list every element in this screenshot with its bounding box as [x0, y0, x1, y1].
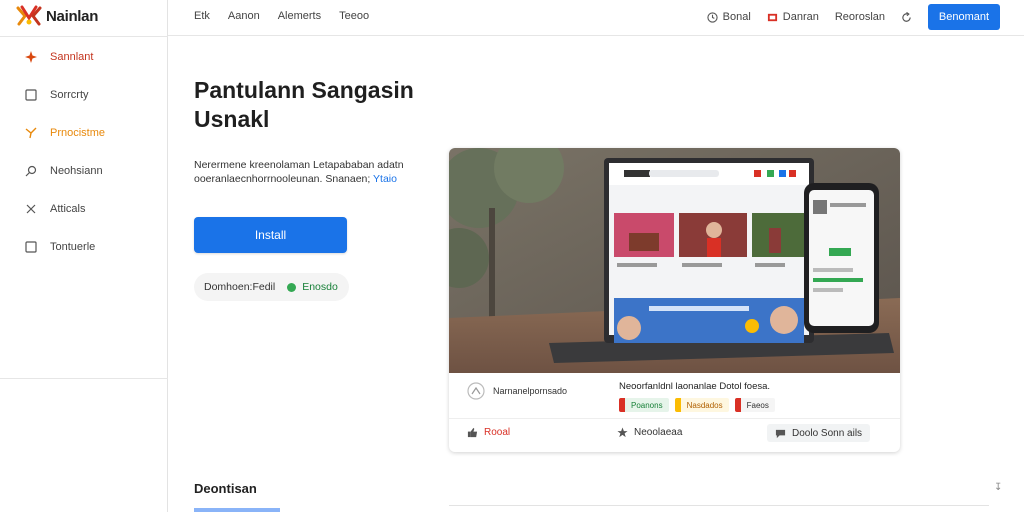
app-logo[interactable]: Nainlan: [16, 4, 98, 28]
refresh-button[interactable]: [901, 4, 912, 30]
section-divider: [449, 505, 989, 506]
description-link[interactable]: Ytaio: [373, 173, 397, 185]
top-action-label: Reoroslan: [834, 11, 885, 23]
tag-2[interactable]: Faeos: [734, 398, 775, 412]
card-meta: Narnanelpornsado: [467, 382, 567, 400]
status-dot-icon: [287, 282, 297, 292]
sidebar-item-label: Tontuerle: [50, 241, 96, 253]
card-meta-text: Narnanelpornsado: [493, 386, 568, 396]
top-link-1[interactable]: Aanon: [228, 10, 260, 22]
star-icon: [617, 427, 628, 438]
comment-icon: [775, 429, 786, 438]
top-action-label: Danran: [782, 11, 819, 23]
search-icon: [24, 164, 38, 178]
flag-icon: [767, 13, 777, 21]
primary-top-button[interactable]: Benomant: [928, 4, 1000, 30]
top-link-3[interactable]: Teeoo: [339, 10, 369, 22]
sidebar-item-5[interactable]: Tontuerle: [0, 228, 168, 266]
sidebar-item-1[interactable]: Sorrcrty: [0, 76, 168, 114]
sidebar-item-label: Sannlant: [50, 51, 94, 63]
spark-icon: [24, 50, 38, 64]
card-divider: [449, 418, 900, 419]
sidebar-item-2[interactable]: Prnocistme: [0, 114, 168, 152]
square-icon: [24, 240, 38, 254]
sidebar-divider: [0, 378, 168, 379]
sidebar-item-label: Neohsiann: [50, 165, 103, 177]
sidebar-item-label: Sorrcrty: [50, 89, 89, 101]
card-action-0[interactable]: Rooal: [467, 427, 510, 438]
tag-0[interactable]: Poanons: [619, 398, 669, 412]
top-link-0[interactable]: Etk: [194, 10, 210, 22]
card-tags: Poanons Nasdados Faeos: [619, 398, 775, 412]
app-name: Nainlan: [46, 7, 99, 25]
clock-icon: [707, 11, 718, 23]
top-action-label: Bonal: [722, 11, 751, 23]
section-title: Deontisan: [194, 481, 257, 496]
top-links: Etk Aanon Alemerts Teeoo: [194, 10, 369, 22]
thumbs-up-icon: [467, 427, 478, 438]
sidebar-item-3[interactable]: Neohsiann: [0, 152, 168, 190]
card-action-2[interactable]: Doolo Sonn ails: [767, 424, 871, 442]
top-action-1[interactable]: Danran: [767, 4, 819, 30]
card-heading: Neoorfanldnl laonanlae Dotol foesa.: [619, 381, 771, 392]
preview-image: [449, 148, 900, 373]
page-description: Nerermene kreenolaman Letapababan adatn …: [194, 158, 429, 186]
card-action-label: Rooal: [484, 427, 511, 438]
tag-1[interactable]: Nasdados: [674, 398, 729, 412]
page-title: Pantulann Sangasin Usnakl: [194, 77, 414, 132]
section-link[interactable]: [194, 504, 280, 512]
card-action-label: Neoolaeaa: [634, 427, 683, 438]
card-action-1[interactable]: Neoolaeaa: [617, 427, 682, 438]
sidebar-nav: Sannlant Sorrcrty Prnocistme Neohsiann A…: [0, 38, 168, 266]
author-icon: [467, 382, 485, 400]
tools-icon: [24, 202, 38, 216]
arrow-icon: [24, 126, 38, 140]
square-icon: [24, 88, 38, 102]
card-actions: Rooal Neoolaeaa Doolo Sonn ails: [449, 423, 900, 449]
scroll-arrow-icon[interactable]: ↧: [994, 482, 1002, 493]
top-actions: Bonal Danran Reoroslan Benomant: [707, 4, 1000, 30]
top-action-2[interactable]: Reoroslan: [835, 4, 885, 30]
status-chip[interactable]: Domhoen:Fedil Enosdo: [194, 273, 349, 301]
sidebar-item-4[interactable]: Atticals: [0, 190, 168, 228]
preview-card[interactable]: Narnanelpornsado Neoorfanldnl laonanlae …: [449, 148, 900, 452]
top-link-2[interactable]: Alemerts: [278, 10, 321, 22]
chip-label: Domhoen:Fedil: [204, 281, 276, 293]
top-bar: Etk Aanon Alemerts Teeoo Bonal Danran Re…: [168, 0, 1024, 36]
chip-status: Enosdo: [302, 281, 338, 293]
sidebar-item-label: Prnocistme: [50, 127, 106, 139]
sidebar-item-0[interactable]: Sannlant: [0, 38, 168, 76]
sidebar-divider: [0, 36, 168, 37]
card-action-label: Doolo Sonn ails: [792, 427, 863, 439]
refresh-icon: [902, 11, 911, 22]
sidebar: Nainlan Sannlant Sorrcrty Prnocistme Neo…: [0, 0, 168, 512]
top-action-0[interactable]: Bonal: [707, 4, 751, 30]
install-button[interactable]: Install: [194, 217, 347, 253]
logo-icon: [16, 5, 42, 26]
sidebar-item-label: Atticals: [50, 203, 86, 215]
